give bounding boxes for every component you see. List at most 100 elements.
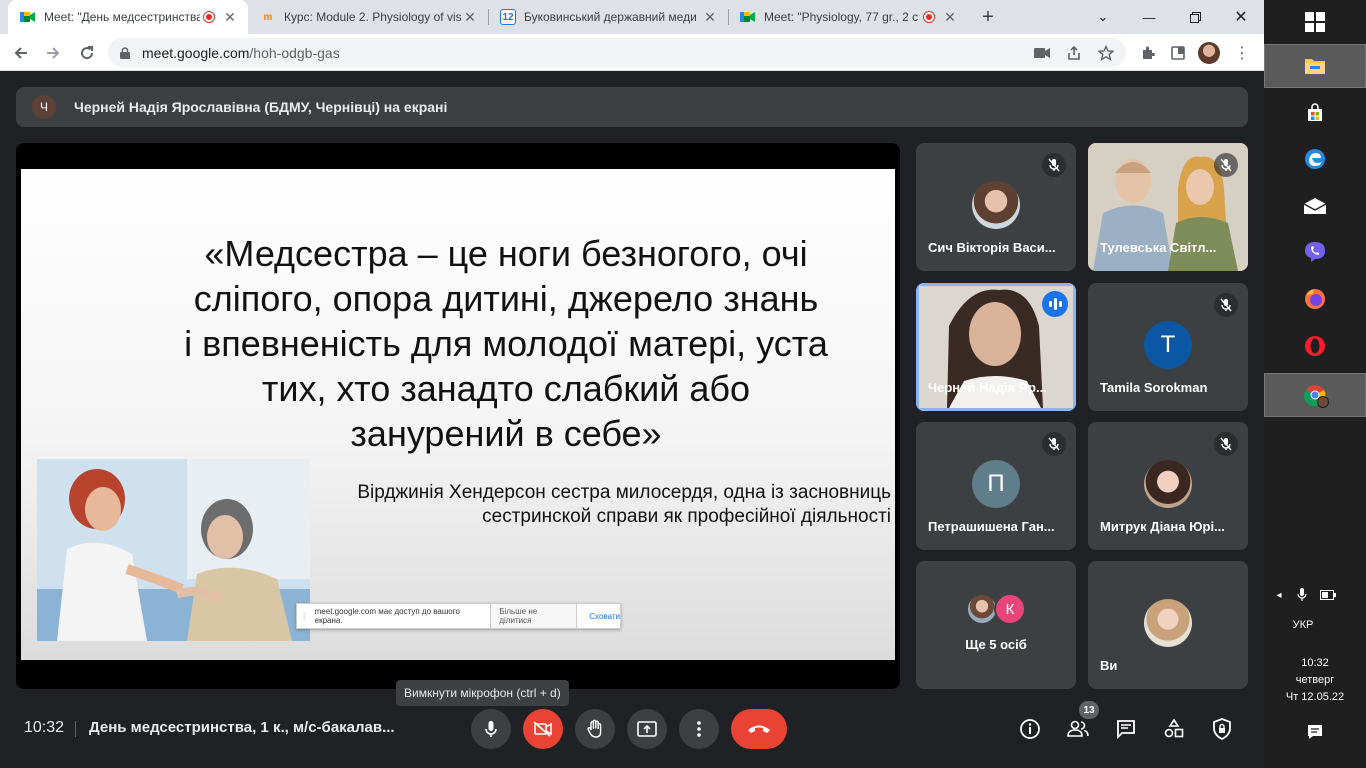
bookmark-star-icon[interactable] bbox=[1096, 43, 1116, 63]
raise-hand-button[interactable] bbox=[575, 709, 615, 749]
host-controls-button[interactable] bbox=[1208, 715, 1236, 743]
participant-tile[interactable]: Митрук Діана Юрі... bbox=[1088, 422, 1248, 550]
show-hidden-icons-chevron-icon[interactable]: ◂ bbox=[1272, 590, 1286, 601]
tab-search-chevron-down-icon[interactable]: ⌄ bbox=[1080, 0, 1126, 34]
taskbar-time[interactable]: 10:32 bbox=[1264, 657, 1366, 669]
tab-meet-day[interactable]: Meet: "День медсестринства ✕ bbox=[8, 0, 248, 34]
meet-area: Ч Черней Надія Ярославівна (БДМУ, Чернів… bbox=[0, 71, 1264, 768]
browser-toolbar: meet.google.com/hoh-odgb-gas ⋮ bbox=[0, 34, 1264, 71]
participant-tile[interactable]: П Петрашишена Ган... bbox=[916, 422, 1076, 550]
moodle-icon: m bbox=[263, 11, 273, 23]
address-bar[interactable]: meet.google.com/hoh-odgb-gas bbox=[108, 38, 1126, 67]
present-screen-button[interactable] bbox=[627, 709, 667, 749]
meeting-details-button[interactable] bbox=[1016, 715, 1044, 743]
mic-off-icon bbox=[1214, 153, 1238, 177]
participant-name: Сич Вікторія Васи... bbox=[928, 240, 1056, 255]
url-path: /hoh-odgb-gas bbox=[249, 44, 340, 61]
activities-button[interactable] bbox=[1160, 715, 1188, 743]
tab-bukovinian-university[interactable]: 12 Буковинський державний меди ✕ bbox=[488, 0, 728, 34]
reload-icon[interactable] bbox=[74, 40, 100, 66]
author-line: сестринской справи як професійної діяльн… bbox=[482, 506, 891, 527]
people-button[interactable] bbox=[1064, 715, 1092, 743]
presentation-stage[interactable]: «Медсестра – це ноги безногого, очі сліп… bbox=[16, 143, 900, 689]
close-tab-icon[interactable]: ✕ bbox=[702, 9, 718, 26]
profile-avatar[interactable] bbox=[1198, 42, 1220, 64]
participant-tile[interactable]: Сич Вікторія Васи... bbox=[916, 143, 1076, 271]
hang-up-icon bbox=[748, 725, 770, 733]
more-participants-tile[interactable]: К Ще 5 осіб bbox=[916, 561, 1076, 689]
battery-icon[interactable] bbox=[1318, 590, 1338, 603]
mic-off-icon bbox=[1042, 153, 1066, 177]
reading-list-icon[interactable] bbox=[1168, 43, 1188, 63]
slide-quote: «Медсестра – це ноги безногого, очі сліп… bbox=[171, 231, 841, 456]
participant-name: Петрашишена Ган... bbox=[928, 519, 1055, 534]
language-indicator[interactable]: УКР bbox=[1264, 619, 1342, 631]
mic-off-icon bbox=[1042, 432, 1066, 456]
more-vertical-icon[interactable]: ⋮ bbox=[1232, 43, 1252, 63]
windows-taskbar: ◂ УКР 10:32 четверг Чт 12.05.22 bbox=[1264, 0, 1366, 768]
taskbar-store[interactable] bbox=[1264, 91, 1366, 135]
start-button[interactable] bbox=[1264, 0, 1366, 44]
taskbar-opera[interactable] bbox=[1264, 324, 1366, 368]
drag-handle-icon[interactable]: ⁞ bbox=[303, 612, 311, 621]
participant-name: Митрук Діана Юрі... bbox=[1100, 519, 1225, 534]
folder-icon bbox=[1305, 59, 1325, 74]
quote-line: «Медсестра – це ноги безногого, очі bbox=[204, 233, 808, 274]
nurse-and-patient-photo bbox=[37, 459, 310, 641]
camera-in-use-icon[interactable] bbox=[1032, 43, 1052, 63]
share-icon[interactable] bbox=[1064, 43, 1084, 63]
participant-avatar: К bbox=[994, 593, 1026, 625]
taskbar-viber[interactable] bbox=[1264, 230, 1366, 274]
shield-lock-icon bbox=[1213, 718, 1231, 740]
microphone-button[interactable] bbox=[471, 709, 511, 749]
firefox-icon bbox=[1305, 289, 1325, 309]
close-tab-icon[interactable]: ✕ bbox=[462, 9, 478, 26]
participant-tile[interactable]: T Tamila Sorokman bbox=[1088, 283, 1248, 411]
leave-call-button[interactable] bbox=[731, 709, 787, 749]
back-arrow-icon[interactable] bbox=[8, 40, 34, 66]
recording-indicator-icon bbox=[924, 12, 934, 22]
forward-arrow-icon[interactable] bbox=[40, 40, 66, 66]
participant-tile[interactable]: Тулевська Світл... bbox=[1088, 143, 1248, 271]
url-host: meet.google.com bbox=[142, 44, 250, 61]
hide-notice-button[interactable]: Сховати bbox=[589, 612, 620, 621]
taskbar-firefox[interactable] bbox=[1264, 277, 1366, 321]
restore-button[interactable] bbox=[1172, 0, 1218, 34]
more-options-button[interactable] bbox=[679, 709, 719, 749]
speaking-indicator-icon bbox=[1042, 291, 1068, 317]
self-tile[interactable]: Ви bbox=[1088, 561, 1248, 689]
participant-tile-active-speaker[interactable]: Черней Надія Яр... bbox=[916, 283, 1076, 411]
mail-envelope-icon bbox=[1303, 198, 1327, 214]
more-vertical-icon bbox=[697, 721, 701, 737]
new-tab-button[interactable]: + bbox=[976, 4, 1000, 30]
camera-button[interactable] bbox=[523, 709, 563, 749]
participant-name: Ви bbox=[1100, 658, 1118, 673]
close-window-button[interactable]: ✕ bbox=[1218, 0, 1264, 34]
tab-module-course[interactable]: m Курс: Module 2. Physiology of vis ✕ bbox=[248, 0, 488, 34]
participant-avatar bbox=[1144, 460, 1192, 508]
shared-slide: «Медсестра – це ноги безногого, очі сліп… bbox=[21, 169, 895, 660]
notifications-icon[interactable] bbox=[1304, 724, 1326, 743]
presenting-banner-text: Черней Надія Ярославівна (БДМУ, Чернівці… bbox=[74, 99, 448, 115]
extensions-icon[interactable] bbox=[1138, 43, 1158, 63]
minimize-button[interactable]: — bbox=[1126, 0, 1172, 34]
taskbar-file-explorer[interactable] bbox=[1264, 44, 1366, 88]
slide-author: Вірджинія Хендерсон сестра милосердя, од… bbox=[271, 481, 891, 529]
taskbar-edge[interactable] bbox=[1264, 137, 1366, 181]
microphone-tray-icon[interactable] bbox=[1294, 588, 1310, 605]
taskbar-date[interactable]: Чт 12.05.22 bbox=[1264, 691, 1366, 703]
taskbar-weekday[interactable]: четверг bbox=[1264, 674, 1366, 686]
taskbar-chrome[interactable] bbox=[1264, 373, 1366, 417]
stop-sharing-button[interactable]: Більше не ділитися bbox=[490, 603, 578, 629]
windows-logo-icon bbox=[1305, 12, 1325, 32]
opera-icon bbox=[1305, 336, 1325, 356]
share-notice-message: meet.google.com має доступ до вашого екр… bbox=[314, 607, 460, 625]
close-tab-icon[interactable]: ✕ bbox=[942, 9, 958, 26]
chat-button[interactable] bbox=[1112, 715, 1140, 743]
divider bbox=[75, 721, 76, 737]
profile-badge-avatar bbox=[1317, 396, 1329, 408]
tab-strip: Meet: "День медсестринства ✕ m Курс: Mod… bbox=[0, 0, 1264, 34]
tab-meet-physiology[interactable]: Meet: "Physiology, 77 gr., 2 c ✕ bbox=[728, 0, 968, 34]
taskbar-mail[interactable] bbox=[1264, 184, 1366, 228]
close-tab-icon[interactable]: ✕ bbox=[222, 9, 238, 26]
